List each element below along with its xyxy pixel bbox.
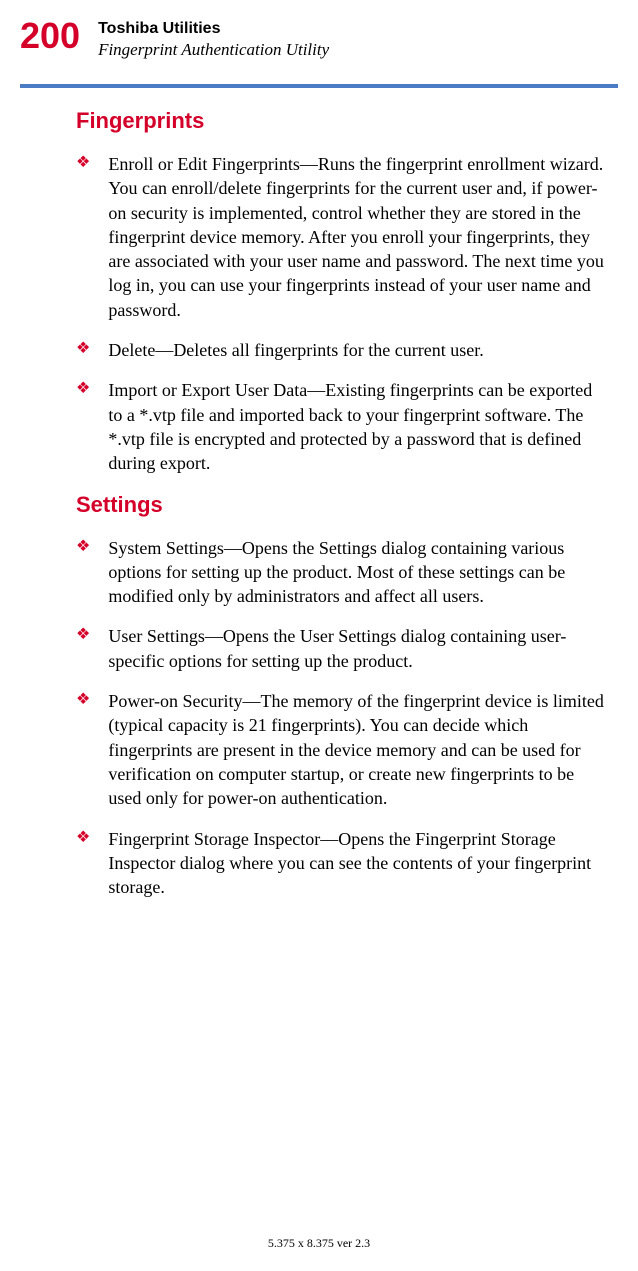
page-footer: 5.375 x 8.375 ver 2.3 [0,1236,638,1251]
list-item: ❖ Import or Export User Data—Existing fi… [76,378,608,475]
section-heading-settings: Settings [76,492,608,518]
page-number: 200 [20,18,80,54]
list-item-text: Enroll or Edit Fingerprints—Runs the fin… [108,152,608,322]
settings-list: ❖ System Settings—Opens the Settings dia… [76,536,608,900]
list-item-text: Delete—Deletes all fingerprints for the … [108,338,483,362]
list-item: ❖ System Settings—Opens the Settings dia… [76,536,608,609]
bullet-icon: ❖ [76,378,90,400]
list-item: ❖ User Settings—Opens the User Settings … [76,624,608,673]
bullet-icon: ❖ [76,624,90,646]
fingerprints-list: ❖ Enroll or Edit Fingerprints—Runs the f… [76,152,608,476]
list-item: ❖ Fingerprint Storage Inspector—Opens th… [76,827,608,900]
bullet-icon: ❖ [76,536,90,558]
list-item: ❖ Power-on Security—The memory of the fi… [76,689,608,810]
bullet-icon: ❖ [76,338,90,360]
page-header: 200 Toshiba Utilities Fingerprint Authen… [0,0,638,70]
list-item-text: Import or Export User Data—Existing fing… [108,378,608,475]
header-text: Toshiba Utilities Fingerprint Authentica… [98,18,329,60]
header-subtitle: Fingerprint Authentication Utility [98,40,329,60]
list-item: ❖ Enroll or Edit Fingerprints—Runs the f… [76,152,608,322]
list-item-text: System Settings—Opens the Settings dialo… [108,536,608,609]
list-item-text: Fingerprint Storage Inspector—Opens the … [108,827,608,900]
list-item-text: User Settings—Opens the User Settings di… [108,624,608,673]
bullet-icon: ❖ [76,152,90,174]
list-item: ❖ Delete—Deletes all fingerprints for th… [76,338,608,362]
bullet-icon: ❖ [76,689,90,711]
list-item-text: Power-on Security—The memory of the fing… [108,689,608,810]
page-content: Fingerprints ❖ Enroll or Edit Fingerprin… [0,88,638,899]
header-title: Toshiba Utilities [98,20,329,38]
bullet-icon: ❖ [76,827,90,849]
section-heading-fingerprints: Fingerprints [76,108,608,134]
